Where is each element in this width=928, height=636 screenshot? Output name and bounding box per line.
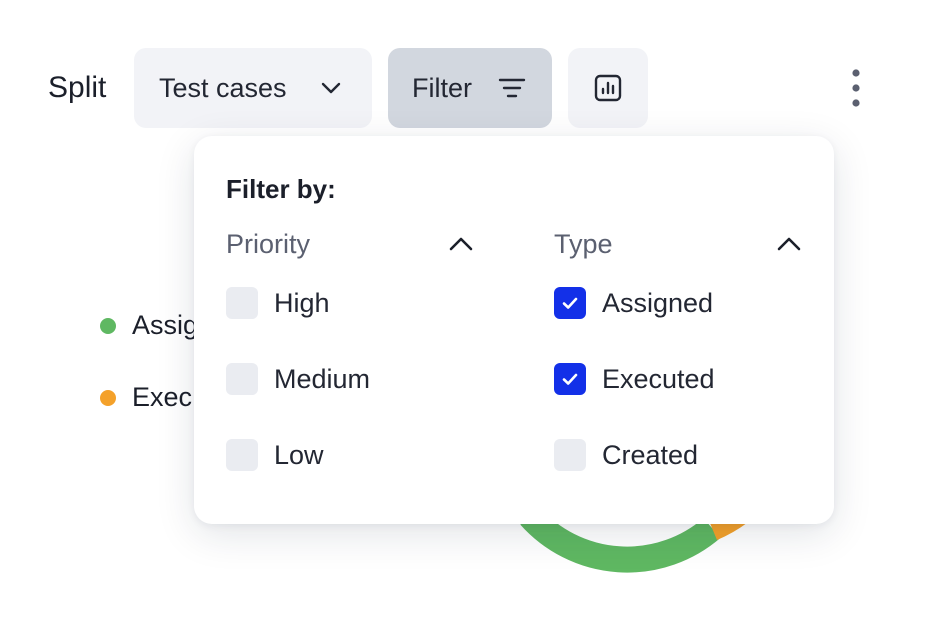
- legend-label-executed: Exec: [132, 382, 193, 412]
- option-label-created: Created: [602, 439, 699, 470]
- legend-dot-assigned: [100, 317, 116, 334]
- report-panel: Assig Exec Split Test cases Filter Filte: [0, 0, 928, 636]
- legend-item-executed: Exec: [100, 382, 192, 413]
- filter-button[interactable]: Filter: [388, 48, 552, 128]
- type-option-executed[interactable]: Executed: [554, 362, 715, 396]
- option-label-medium: Medium: [274, 363, 371, 394]
- chevron-down-icon: [321, 82, 341, 94]
- chevron-up-icon: [449, 237, 473, 251]
- legend-label-assigned: Assig: [132, 310, 199, 340]
- legend-dot-executed: [100, 389, 116, 406]
- filter-icon: [498, 78, 526, 98]
- test-cases-label: Test cases: [159, 72, 287, 103]
- split-label: Split: [48, 71, 107, 104]
- test-cases-dropdown[interactable]: Test cases: [134, 48, 372, 128]
- filter-popover-title: Filter by:: [226, 174, 336, 204]
- priority-filter-group: Priority High Medium Low: [226, 226, 474, 471]
- option-label-assigned: Assigned: [602, 287, 714, 318]
- checkbox-low[interactable]: [226, 439, 258, 471]
- priority-option-low[interactable]: Low: [226, 438, 324, 472]
- type-option-assigned[interactable]: Assigned: [554, 286, 713, 320]
- checkbox-executed[interactable]: [554, 363, 586, 395]
- more-vertical-icon: [852, 69, 860, 107]
- bar-chart-icon: [594, 74, 622, 102]
- checkbox-assigned[interactable]: [554, 287, 586, 319]
- type-group-label: Type: [554, 229, 613, 259]
- option-label-executed: Executed: [602, 363, 715, 394]
- filter-popover: Filter by: Priority High Medium Low Type…: [194, 136, 834, 524]
- option-label-low: Low: [274, 439, 324, 470]
- priority-option-high[interactable]: High: [226, 286, 330, 320]
- legend-item-assigned: Assig: [100, 310, 198, 341]
- checkbox-high[interactable]: [226, 287, 258, 319]
- priority-group-header[interactable]: Priority: [226, 226, 474, 262]
- chevron-up-icon: [777, 237, 801, 251]
- priority-group-label: Priority: [226, 229, 311, 259]
- type-option-created[interactable]: Created: [554, 438, 698, 472]
- checkbox-medium[interactable]: [226, 363, 258, 395]
- type-group-header[interactable]: Type: [554, 226, 802, 262]
- chart-type-button[interactable]: [568, 48, 648, 128]
- checkmark-icon: [562, 297, 578, 309]
- checkmark-icon: [562, 373, 578, 385]
- more-options-button[interactable]: [838, 64, 874, 112]
- priority-option-medium[interactable]: Medium: [226, 362, 370, 396]
- type-filter-group: Type Assigned Executed Created: [554, 226, 802, 471]
- filter-label: Filter: [412, 72, 472, 103]
- checkbox-created[interactable]: [554, 439, 586, 471]
- option-label-high: High: [274, 287, 330, 318]
